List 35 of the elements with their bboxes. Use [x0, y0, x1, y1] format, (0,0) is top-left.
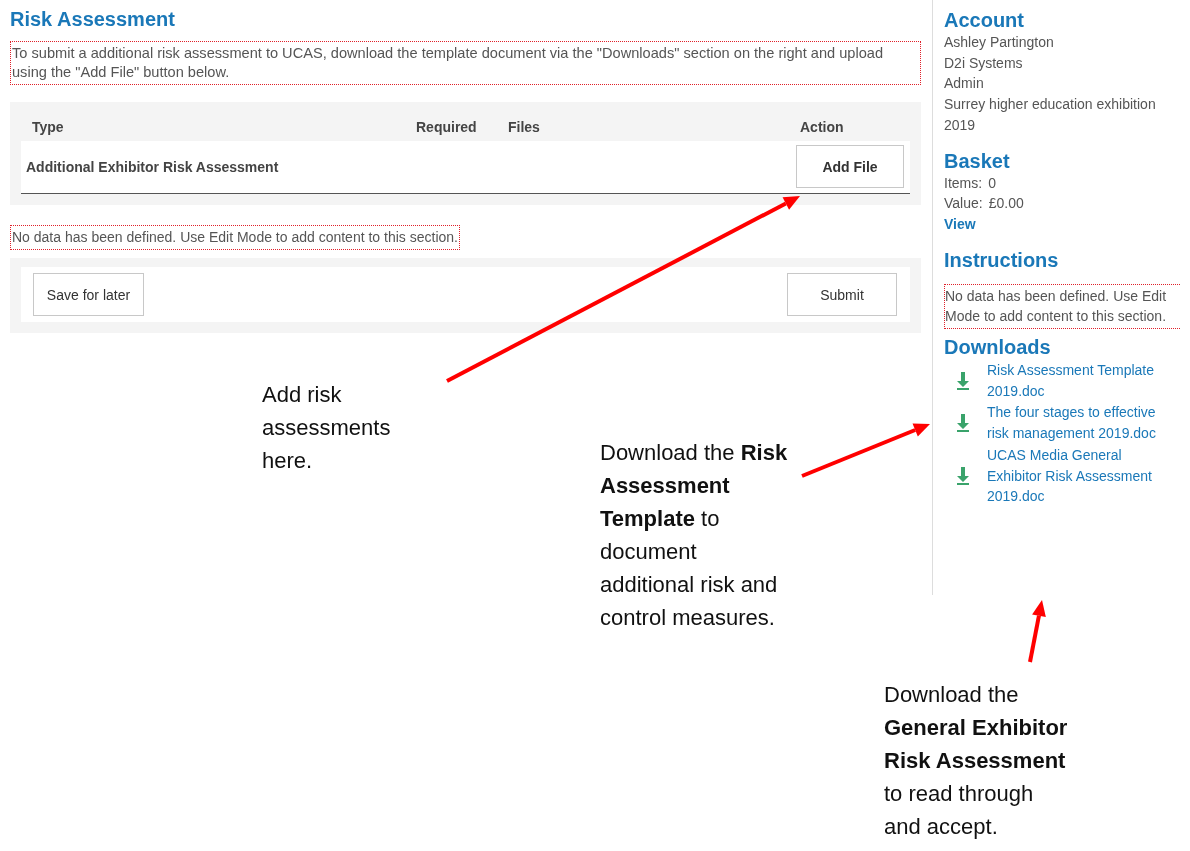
page-title: Risk Assessment	[10, 8, 176, 31]
download-link[interactable]: UCAS Media General Exhibitor Risk Assessment 2019.doc	[987, 444, 1167, 507]
column-header: Action	[800, 119, 845, 136]
section-title: Basket	[944, 148, 1011, 173]
basket-value: £0.00	[988, 194, 1024, 214]
notice-text: No data has been defined. Use Edit Mode to add content to this section.	[944, 283, 1180, 330]
annotation-text: Download the General Exhibitor Risk Assessment to read through and accept.	[884, 681, 1069, 841]
annotation-text: Add risk assessments here.	[262, 381, 392, 475]
download-icon[interactable]	[955, 414, 971, 433]
account-text: Ashley Partington	[944, 33, 1055, 52]
notice-text: No data has been defined. Use Edit Mode to add content to this section.	[10, 225, 460, 250]
account-text: Admin	[944, 74, 985, 94]
download-icon[interactable]	[955, 371, 971, 390]
account-text: D2i Systems	[944, 53, 1024, 73]
download-link[interactable]: The four stages to effective risk management 2019.doc	[987, 402, 1167, 444]
column-header: Files	[508, 119, 541, 136]
column-header: Required	[416, 119, 478, 136]
section-title: Instructions	[944, 247, 1060, 272]
account-text: Surrey higher education exhibition 2019	[944, 95, 1157, 135]
add-file-button[interactable]: Add File	[796, 145, 904, 188]
basket-label: Items:	[944, 173, 983, 193]
annotation-text: Download the Risk Assessment Template to document additional risk and control measures.	[600, 439, 789, 632]
arrow	[1028, 600, 1046, 663]
download-icon[interactable]	[955, 466, 971, 485]
basket-label: Value:	[944, 194, 983, 214]
basket-value: 0	[988, 173, 996, 193]
download-link[interactable]: Risk Assessment Template 2019.doc	[987, 360, 1167, 402]
table-cell: Additional Exhibitor Risk Assessment	[26, 158, 279, 175]
save-button[interactable]: Save for later	[33, 273, 144, 316]
section-title: Account	[944, 8, 1025, 32]
section-title: Downloads	[944, 335, 1052, 360]
intro-text: To submit a additional risk assessment to UCAS, download the template document via the "Downloads" section on the right and upload using the "Add File" button below.	[10, 41, 921, 85]
submit-button[interactable]: Submit	[787, 273, 897, 316]
view-link[interactable]: View	[944, 213, 976, 235]
column-header: Type	[32, 119, 65, 136]
